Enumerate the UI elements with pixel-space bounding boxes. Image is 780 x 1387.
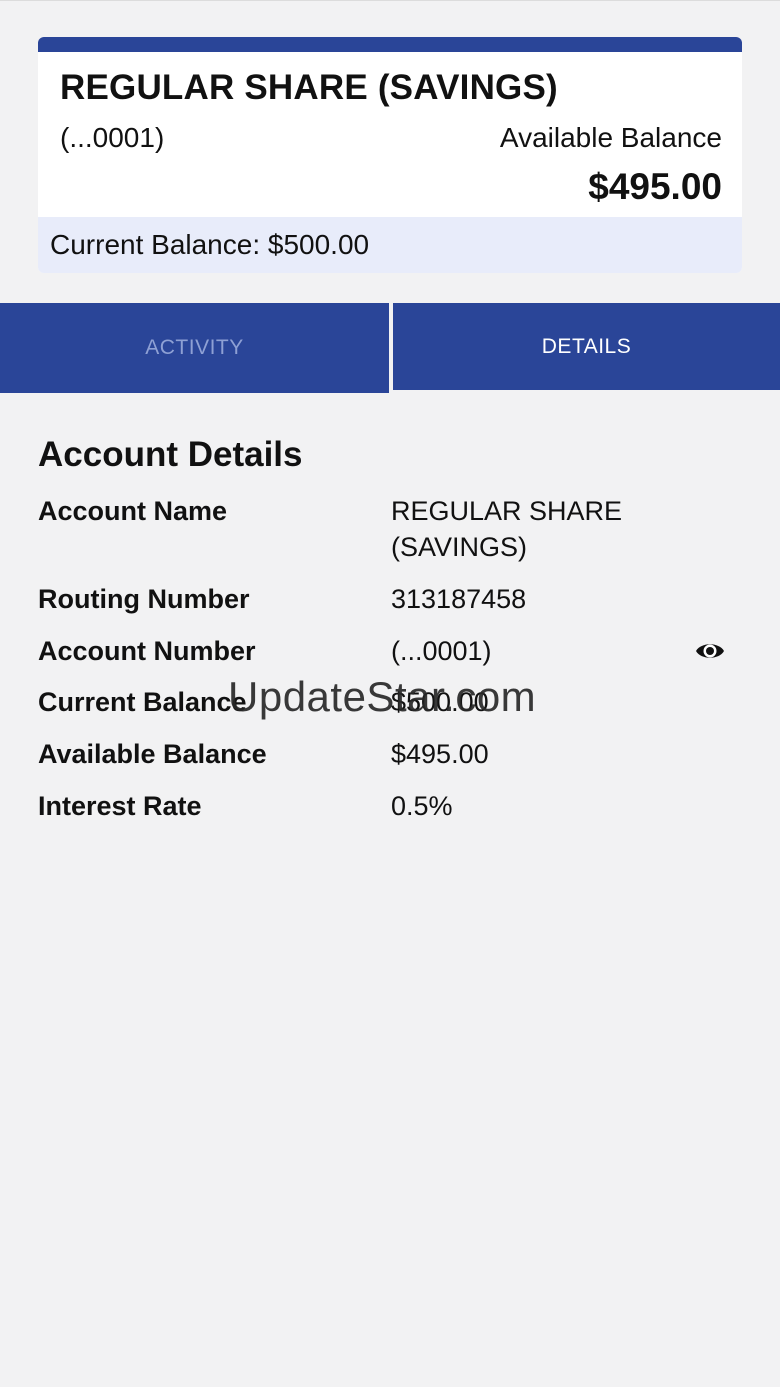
detail-value: $500.00	[391, 687, 489, 717]
detail-row-account-number: Account Number (...0001)	[38, 633, 742, 669]
detail-value: 0.5%	[391, 791, 453, 821]
tab-activity[interactable]: ACTIVITY	[0, 303, 389, 393]
detail-value: REGULAR SHARE (SAVINGS)	[391, 496, 623, 562]
detail-row-current-balance: Current Balance $500.00	[38, 684, 742, 720]
detail-label: Interest Rate	[38, 791, 202, 821]
card-accent-bar	[38, 37, 742, 52]
detail-label: Account Name	[38, 496, 228, 526]
tab-details[interactable]: DETAILS	[393, 303, 780, 390]
masked-account-number: (...0001)	[60, 122, 165, 153]
available-balance-label: Available Balance	[499, 122, 722, 153]
current-balance-footer: Current Balance: $500.00	[38, 217, 742, 273]
detail-label: Routing Number	[38, 584, 250, 614]
detail-value: $495.00	[391, 739, 489, 769]
card-body: REGULAR SHARE (SAVINGS) (...0001) Availa…	[38, 52, 742, 217]
detail-row-routing-number: Routing Number 313187458	[38, 581, 742, 617]
available-balance-value: $495.00	[588, 166, 722, 207]
detail-row-interest-rate: Interest Rate 0.5%	[38, 788, 742, 824]
account-details-title: Account Details	[38, 435, 303, 474]
detail-label: Current Balance	[38, 687, 247, 717]
account-screen: REGULAR SHARE (SAVINGS) (...0001) Availa…	[0, 0, 780, 1387]
detail-row-available-balance: Available Balance $495.00	[38, 736, 742, 772]
detail-value: 313187458	[391, 584, 527, 614]
detail-label: Account Number	[38, 636, 256, 666]
tab-details-label: DETAILS	[541, 334, 632, 358]
tab-bar: ACTIVITY DETAILS	[0, 303, 780, 393]
account-summary-card[interactable]: REGULAR SHARE (SAVINGS) (...0001) Availa…	[38, 37, 742, 273]
eye-icon[interactable]	[694, 637, 726, 665]
detail-row-account-name: Account Name REGULAR SHARE (SAVINGS)	[38, 493, 742, 565]
detail-value: (...0001)	[391, 636, 492, 666]
detail-label: Available Balance	[38, 739, 267, 769]
account-title: REGULAR SHARE (SAVINGS)	[60, 68, 558, 107]
tab-activity-label: ACTIVITY	[145, 336, 244, 359]
current-balance-text: Current Balance: $500.00	[50, 229, 370, 260]
